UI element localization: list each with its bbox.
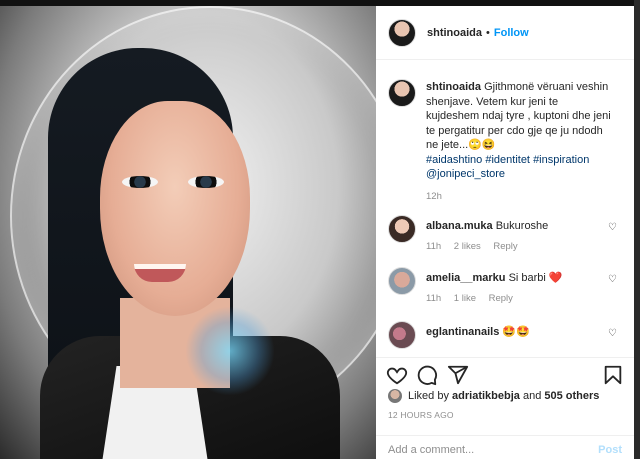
comment-avatar[interactable] — [388, 321, 416, 349]
mention-link[interactable]: @jonipeci_store — [426, 168, 505, 180]
reply-button[interactable]: Reply — [493, 241, 517, 252]
comment-body: albana.muka Bukuroshe — [426, 219, 612, 234]
comment-time[interactable]: 11h — [426, 293, 441, 304]
comment-like-icon[interactable]: ♡ — [608, 328, 618, 339]
post-timestamp[interactable]: 12 HOURS AGO — [388, 410, 454, 420]
header-separator: • — [486, 26, 490, 39]
hashtag-link[interactable]: #identitet — [485, 154, 530, 166]
photo-right-eye — [188, 176, 224, 188]
add-comment-bar: Add a comment... Post — [376, 435, 634, 459]
likes-summary: Liked by adriatikbebja and 505 others — [388, 387, 628, 405]
hashtag-link[interactable]: #aidashtino — [426, 154, 482, 166]
comment-text: Si barbi — [508, 272, 546, 284]
comment-username[interactable]: eglantinanails — [426, 326, 499, 338]
author-username[interactable]: shtinoaida — [427, 27, 482, 39]
photo-left-eye — [122, 176, 158, 188]
liker-avatar[interactable] — [388, 389, 402, 403]
comment-like-icon[interactable]: ♡ — [608, 274, 618, 285]
reply-button[interactable]: Reply — [489, 293, 513, 304]
comment-likes[interactable]: 2 likes — [454, 241, 481, 252]
comment-input[interactable]: Add a comment... — [388, 444, 474, 456]
red-heart-emoji: ❤️ — [548, 272, 563, 284]
comment-meta: 11h 1 like Reply — [426, 293, 523, 304]
comment-avatar[interactable] — [388, 267, 416, 295]
comment-body: amelia__marku Si barbi ❤️ — [426, 271, 612, 286]
caption-time[interactable]: 12h — [426, 191, 442, 202]
comment-meta: 11h 2 likes Reply — [426, 241, 528, 252]
post-button[interactable]: Post — [598, 444, 622, 456]
photo-face — [100, 101, 250, 316]
post-photo[interactable] — [0, 6, 376, 459]
likes-and: and — [522, 390, 542, 402]
comment-body: eglantinanails 🤩🤩 — [426, 325, 612, 340]
comment-username[interactable]: amelia__marku — [426, 272, 506, 284]
share-icon[interactable] — [447, 364, 469, 386]
star-eyes-emoji: 🤩🤩 — [502, 326, 530, 338]
comment-likes[interactable]: 1 like — [454, 293, 476, 304]
likes-others-link[interactable]: 505 others — [544, 390, 599, 402]
caption-meta: 12h — [426, 191, 452, 202]
follow-button[interactable]: Follow — [494, 27, 529, 39]
comment-icon[interactable] — [416, 364, 438, 386]
caption-body: shtinoaida Gjithmonë vëruani veshin shen… — [426, 80, 612, 182]
liker-username[interactable]: adriatikbebja — [452, 390, 520, 402]
caption-username[interactable]: shtinoaida — [426, 81, 481, 93]
scroll-edge — [634, 0, 640, 459]
comments-list[interactable]: shtinoaida Gjithmonë vëruani veshin shen… — [376, 61, 634, 357]
comment-username[interactable]: albana.muka — [426, 220, 493, 232]
comment-time[interactable]: 11h — [426, 241, 441, 252]
post-panel: shtinoaida • Follow shtinoaida Gjithmonë… — [376, 6, 634, 459]
lens-flare — [185, 306, 275, 396]
comment-like-icon[interactable]: ♡ — [608, 222, 618, 233]
comment-avatar[interactable] — [388, 215, 416, 243]
post-header: shtinoaida • Follow — [376, 6, 634, 60]
comment-text: Bukuroshe — [495, 220, 549, 232]
caption-avatar[interactable] — [388, 79, 416, 107]
bookmark-icon[interactable] — [602, 364, 624, 386]
action-bar — [376, 357, 634, 386]
likes-prefix: Liked by — [408, 390, 449, 402]
author-avatar[interactable] — [388, 18, 416, 47]
hashtag-link[interactable]: #inspiration — [533, 154, 589, 166]
heart-icon[interactable] — [386, 364, 408, 386]
